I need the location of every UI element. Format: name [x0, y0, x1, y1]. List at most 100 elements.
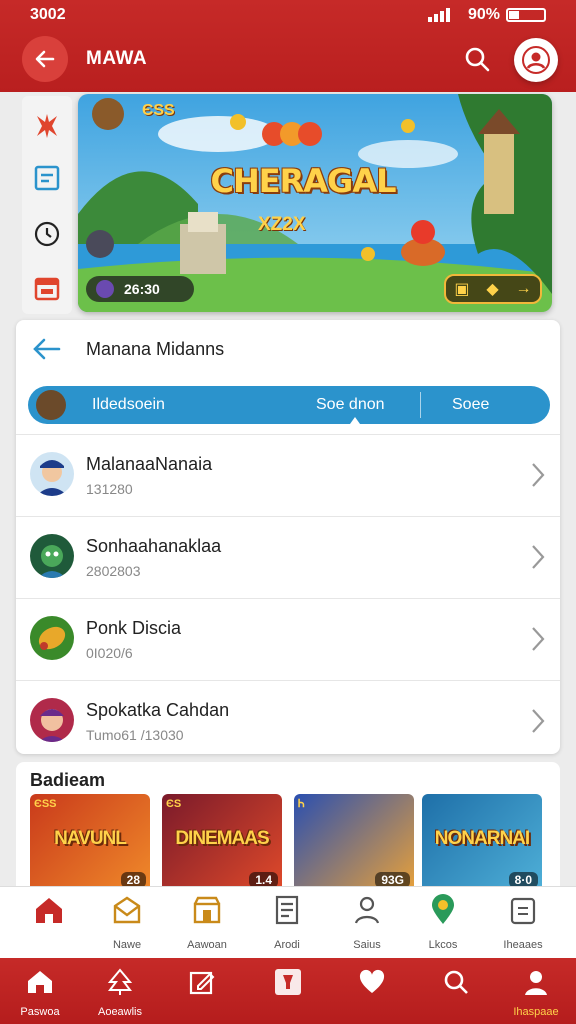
- rail-item-star[interactable]: [22, 106, 72, 146]
- avatar: [30, 534, 74, 578]
- subnav-item-document[interactable]: Arodi: [252, 893, 322, 953]
- segment-thumbnail-icon: [36, 390, 66, 420]
- game-card[interactable]: ЄS DINEMAAS 1.4: [162, 794, 282, 892]
- home-icon: [28, 971, 52, 993]
- nav-item-edit[interactable]: [166, 964, 238, 1020]
- list-item-meta: Tumo61 /13030: [86, 727, 184, 743]
- app-bar: 3002 90% MAWA: [0, 0, 576, 92]
- document-icon: [275, 895, 299, 925]
- nav-item-tree[interactable]: Aoeawlis: [84, 964, 156, 1020]
- subnav-item-home[interactable]: [14, 893, 84, 953]
- hero-pill-text: 26:30: [124, 281, 160, 297]
- panel-title: Manana Midanns: [86, 339, 225, 359]
- avatar: [30, 452, 74, 496]
- arrow-left-icon: [33, 338, 61, 360]
- heart-icon: [359, 969, 385, 993]
- status-bar: 3002 90%: [0, 6, 576, 26]
- list-item-meta: 0I020/6: [86, 645, 133, 661]
- subnav-label: Lkcos: [428, 939, 458, 951]
- subnav-label: Aawoan: [187, 939, 227, 951]
- nav-item-search[interactable]: [420, 964, 492, 1020]
- document-icon: [34, 165, 60, 191]
- arrow-left-icon: [35, 50, 55, 68]
- bottom-nav: Paswoa Aoeawlis Ihaspaae: [0, 958, 576, 1024]
- chest-icon[interactable]: ▣: [454, 279, 469, 299]
- rail-item-clock[interactable]: [22, 214, 72, 254]
- hero-banner[interactable]: ЄSS CHERAGAL XZ2X 26:30 ▣ ◆ →: [78, 94, 552, 312]
- profile-avatar-icon: [522, 46, 550, 74]
- subnav-label: Nawe: [112, 939, 142, 951]
- tree-icon: [107, 968, 133, 995]
- search-button[interactable]: [460, 42, 494, 76]
- subnav-item-calendar[interactable]: Iheaaes: [488, 893, 558, 953]
- game-card[interactable]: Ꮒ 93G: [294, 794, 414, 892]
- chevron-right-icon: [532, 709, 545, 733]
- arrow-right-icon[interactable]: →: [516, 280, 532, 298]
- hero-pill-avatar-icon: [96, 280, 114, 298]
- map-pin-icon: [432, 894, 454, 924]
- game-card-title: DINEMAAS: [175, 828, 269, 849]
- game-card[interactable]: ЄSS NAVUNL 28: [30, 794, 150, 892]
- rail-item-document[interactable]: [22, 158, 72, 198]
- panel-back-button[interactable]: [32, 336, 62, 367]
- subnav-item-store[interactable]: Aawoan: [172, 893, 242, 953]
- page-title: MAWA: [86, 48, 148, 69]
- list-item-name: MalanaaNanaia: [86, 454, 213, 474]
- search-icon: [444, 970, 468, 994]
- game-card-title: NONARNAI: [434, 828, 530, 849]
- list-item-meta: 131280: [86, 481, 133, 497]
- home-icon: [36, 898, 62, 923]
- segment-option-1[interactable]: Ildedsoein: [92, 396, 165, 414]
- hero-timer-pill: 26:30: [86, 276, 194, 302]
- calendar-icon: [510, 897, 536, 925]
- hero-subtitle: XZ2X: [258, 214, 306, 235]
- chevron-right-icon: [532, 627, 545, 651]
- gem-icon[interactable]: ◆: [486, 279, 498, 299]
- side-rail: [22, 96, 72, 314]
- search-icon: [465, 47, 490, 72]
- nav-item-card[interactable]: [252, 964, 324, 1020]
- players-panel: Manana Midanns Ildedsoein Soe dnon Soee …: [16, 320, 560, 754]
- nav-item-home[interactable]: Paswoa: [4, 964, 76, 1020]
- list-item-name: Ponk Discia: [86, 618, 182, 638]
- store-icon: [193, 896, 221, 924]
- game-card-top-label: ЄS: [166, 798, 182, 810]
- games-section: Badieam ЄSS NAVUNL 28 ЄS DINEMAAS 1.4 Ꮒ …: [16, 762, 560, 892]
- section-title: Badieam: [30, 770, 106, 790]
- status-time: 3002: [30, 6, 66, 23]
- list-item[interactable]: Sonhaahanaklaa 2802803: [16, 516, 560, 598]
- nav-item-profile[interactable]: Ihaspaae: [500, 964, 572, 1020]
- game-card-top-label: Ꮒ: [298, 798, 305, 810]
- segment-indicator: [350, 417, 360, 424]
- battery-percent: 90%: [467, 6, 500, 23]
- subnav-item-mail[interactable]: Nawe: [92, 893, 162, 953]
- signal-icon: [427, 8, 450, 22]
- edit-icon: [189, 971, 215, 995]
- star-burst-icon: [37, 114, 57, 138]
- list-item-name: Sonhaahanaklaa: [86, 536, 222, 556]
- profile-button[interactable]: [514, 38, 558, 82]
- avatar: [30, 698, 74, 742]
- secondary-nav: Nawe Aawoan Arodi Saius Lkcos Iheaaes: [0, 886, 576, 958]
- subnav-label: Saius: [353, 939, 381, 951]
- segment-option-3[interactable]: Soee: [452, 396, 489, 414]
- segment-option-2[interactable]: Soe dnon: [316, 396, 385, 414]
- nav-label: Aoeawlis: [97, 1006, 143, 1018]
- list-item[interactable]: MalanaaNanaia 131280: [16, 434, 560, 516]
- subnav-item-person[interactable]: Saius: [332, 893, 402, 953]
- clock-icon: [34, 221, 60, 247]
- rail-item-calendar[interactable]: [22, 268, 72, 308]
- card-icon: [275, 969, 301, 995]
- nav-label: Ihaspaae: [513, 1006, 559, 1018]
- nav-item-favorites[interactable]: [336, 964, 408, 1020]
- game-card[interactable]: NONARNAI 8·0: [422, 794, 542, 892]
- segmented-control: Ildedsoein Soe dnon Soee: [28, 386, 550, 424]
- person-icon: [354, 896, 380, 924]
- list-item[interactable]: Spokatka Cahdan Tumo61 /13030: [16, 680, 560, 762]
- subnav-item-location[interactable]: Lkcos: [408, 893, 478, 953]
- list-item[interactable]: Ponk Discia 0I020/6: [16, 598, 560, 680]
- hero-title: CHERAGAL: [210, 162, 397, 200]
- back-button[interactable]: [22, 36, 68, 82]
- profile-icon: [525, 971, 547, 995]
- calendar-icon: [34, 277, 60, 301]
